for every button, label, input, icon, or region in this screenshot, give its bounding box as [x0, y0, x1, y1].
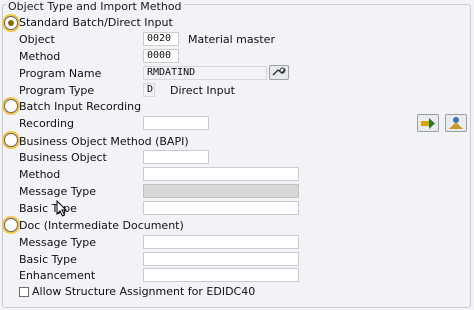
group-title: Object Type and Import Method	[6, 0, 184, 13]
method-field[interactable]: 0000	[143, 49, 179, 63]
program-type-description: Direct Input	[170, 84, 235, 97]
program-search-button[interactable]	[269, 65, 289, 80]
business-object-label: Business Object	[19, 151, 107, 164]
radio-bapi[interactable]	[4, 133, 18, 147]
idoc-basic-type-label: Basic Type	[19, 253, 77, 266]
object-field[interactable]: 0020	[143, 32, 179, 46]
enhancement-label: Enhancement	[19, 269, 96, 282]
section-label-idoc: Doc (Intermediate Document)	[19, 219, 184, 232]
bapi-method-label: Method	[19, 168, 61, 181]
program-type-field: D	[143, 83, 155, 97]
object-label: Object	[19, 33, 55, 46]
recording-label: Recording	[19, 117, 75, 130]
object-description: Material master	[188, 33, 275, 46]
allow-structure-assignment-label: Allow Structure Assignment for EDIDC40	[32, 285, 256, 298]
section-label-batch: Batch Input Recording	[19, 100, 142, 113]
execute-button[interactable]	[417, 114, 439, 132]
display-button[interactable]	[445, 114, 467, 132]
execute-icon	[421, 118, 435, 129]
program-name-label: Program Name	[19, 67, 102, 80]
bapi-message-type-field	[143, 184, 299, 198]
import-method-panel: Object Type and Import Method Standard B…	[0, 0, 474, 310]
bapi-message-type-label: Message Type	[19, 185, 96, 198]
idoc-basic-type-field[interactable]	[143, 252, 299, 266]
radio-batch-input-recording[interactable]	[4, 99, 18, 113]
section-label-standard: Standard Batch/Direct Input	[19, 16, 173, 29]
enhancement-field[interactable]	[143, 268, 299, 282]
display-icon	[449, 117, 463, 129]
radio-idoc[interactable]	[4, 218, 18, 232]
bapi-method-field[interactable]	[143, 167, 299, 181]
program-type-label: Program Type	[19, 84, 95, 97]
radio-standard-batch[interactable]	[4, 16, 18, 30]
bapi-basic-type-label: Basic Type	[19, 202, 77, 215]
section-label-bapi: Business Object Method (BAPI)	[19, 135, 189, 148]
idoc-message-type-field[interactable]	[143, 235, 299, 249]
search-icon	[272, 67, 286, 76]
method-label: Method	[19, 50, 61, 63]
program-name-field: RMDATIND	[143, 66, 267, 80]
idoc-message-type-label: Message Type	[19, 236, 96, 249]
bapi-basic-type-field[interactable]	[143, 201, 299, 215]
radio-selected-dot	[8, 20, 14, 26]
allow-structure-assignment-checkbox[interactable]	[19, 287, 29, 297]
mouse-cursor-icon	[56, 200, 68, 217]
recording-field[interactable]	[143, 116, 209, 130]
business-object-field[interactable]	[143, 150, 209, 164]
